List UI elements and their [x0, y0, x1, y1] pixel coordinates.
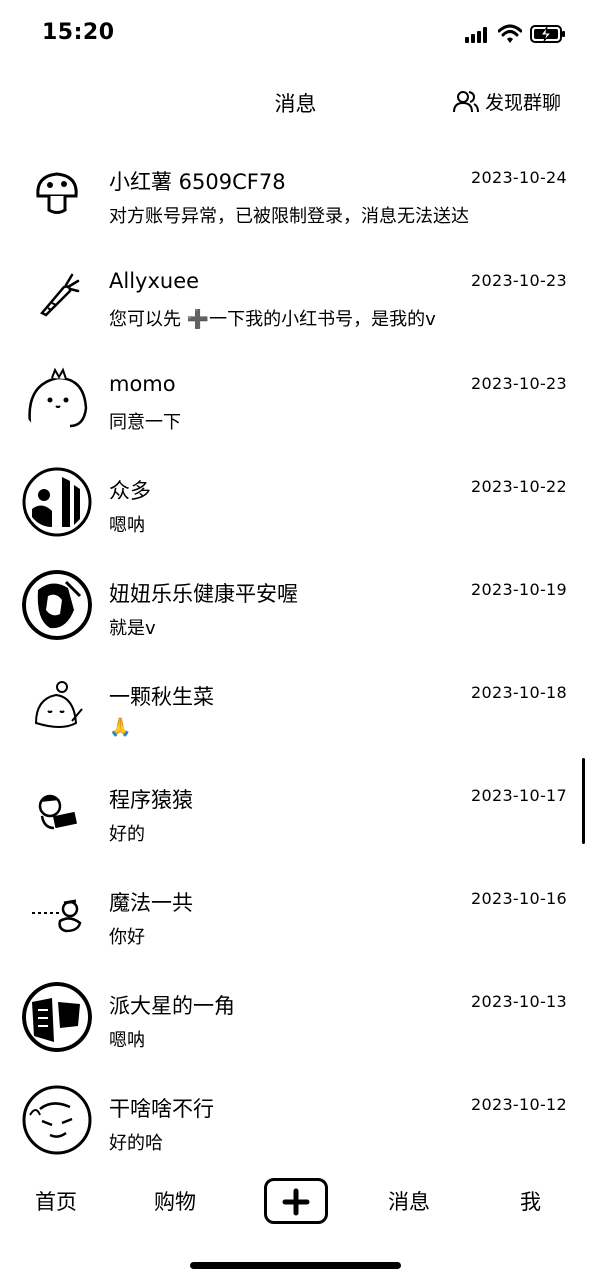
chat-preview: 好的哈	[109, 1133, 163, 1154]
chat-preview: 你好	[109, 927, 145, 948]
chat-preview: 嗯呐	[109, 515, 145, 536]
chat-date: 2023-10-24	[471, 168, 567, 187]
people-icon	[452, 90, 479, 112]
chat-name: 派大星的一角	[109, 994, 235, 1018]
chat-name: 妞妞乐乐健康平安喔	[109, 582, 298, 606]
chat-row[interactable]: 小红薯 6509CF78 2023-10-24 对方账号异常，已被限制登录，消息…	[0, 150, 591, 253]
photo-avatar	[22, 570, 92, 640]
chat-date: 2023-10-17	[471, 786, 567, 805]
status-time: 15:20	[42, 20, 115, 45]
photo-avatar	[22, 467, 92, 537]
chat-name: 干啥啥不行	[109, 1097, 214, 1121]
dino-icon	[22, 364, 92, 434]
chat-row[interactable]: Allyxuee 2023-10-23 您可以先 ➕一下我的小红书号，是我的v	[0, 253, 591, 356]
chat-row[interactable]: 程序猿猿 2023-10-17 好的	[0, 768, 591, 871]
plus-icon	[282, 1188, 310, 1216]
add-post-button[interactable]	[264, 1178, 328, 1224]
messages-screen: 15:20 消息 发现群聊 小红薯 6509CF78 2023-10-24 对方…	[0, 0, 591, 1280]
chat-preview: 对方账号异常，已被限制登录，消息无法送达	[109, 206, 469, 227]
chat-preview: 就是v	[109, 618, 156, 639]
cartoon-avatar	[22, 776, 92, 846]
chat-date: 2023-10-18	[471, 683, 567, 702]
chat-preview: 同意一下	[109, 412, 181, 433]
chat-date: 2023-10-16	[471, 889, 567, 908]
discover-group-chat-button[interactable]: 发现群聊	[452, 88, 561, 115]
chat-row[interactable]: 派大星的一角 2023-10-13 嗯呐	[0, 974, 591, 1077]
chat-row[interactable]: momo 2023-10-23 同意一下	[0, 356, 591, 459]
tab-me[interactable]: 我	[520, 1186, 541, 1216]
chat-name: 程序猿猿	[109, 788, 193, 812]
home-indicator	[190, 1262, 401, 1269]
battery-charging-icon	[530, 25, 565, 43]
tab-bar: 首页 购物 消息 我	[0, 1168, 591, 1238]
header: 消息 发现群聊	[0, 70, 591, 132]
tab-shop[interactable]: 购物	[154, 1186, 196, 1216]
status-bar: 15:20	[0, 0, 591, 70]
chat-date: 2023-10-13	[471, 992, 567, 1011]
chat-row[interactable]: 妞妞乐乐健康平安喔 2023-10-19 就是v	[0, 562, 591, 665]
chat-date: 2023-10-12	[471, 1095, 567, 1114]
chat-date: 2023-10-23	[471, 374, 567, 393]
carrot-icon	[22, 261, 92, 331]
chat-name: 魔法一共	[109, 891, 193, 915]
signal-icon	[465, 27, 491, 43]
chat-row[interactable]: 魔法一共 2023-10-16 你好	[0, 871, 591, 974]
chat-name: Allyxuee	[109, 269, 200, 293]
scrollbar[interactable]	[582, 758, 585, 844]
chat-list: 小红薯 6509CF78 2023-10-24 对方账号异常，已被限制登录，消息…	[0, 150, 591, 1180]
chat-row[interactable]: 众多 2023-10-22 嗯呐	[0, 459, 591, 562]
discover-label: 发现群聊	[484, 92, 561, 114]
tab-home[interactable]: 首页	[35, 1186, 77, 1216]
chat-row[interactable]: 一颗秋生菜 2023-10-18 🙏	[0, 665, 591, 768]
chat-preview: 嗯呐	[109, 1030, 145, 1051]
chat-date: 2023-10-23	[471, 271, 567, 290]
tab-messages[interactable]: 消息	[388, 1186, 430, 1216]
chat-preview: 您可以先 ➕一下我的小红书号，是我的v	[109, 309, 436, 330]
photo-avatar	[22, 1085, 92, 1155]
chat-date: 2023-10-19	[471, 580, 567, 599]
chat-name: 小红薯 6509CF78	[109, 170, 286, 194]
chat-name: 众多	[109, 479, 151, 503]
doodle-avatar	[22, 673, 92, 743]
chat-preview: 🙏	[109, 717, 132, 738]
photo-avatar	[22, 982, 92, 1052]
chat-name: momo	[109, 372, 176, 396]
mushroom-icon	[22, 158, 92, 228]
chat-name: 一颗秋生菜	[109, 685, 214, 709]
wifi-icon	[498, 24, 522, 43]
chat-row[interactable]: 干啥啥不行 2023-10-12 好的哈	[0, 1077, 591, 1180]
cartoon-avatar	[22, 879, 92, 949]
chat-date: 2023-10-22	[471, 477, 567, 496]
chat-preview: 好的	[109, 824, 145, 845]
